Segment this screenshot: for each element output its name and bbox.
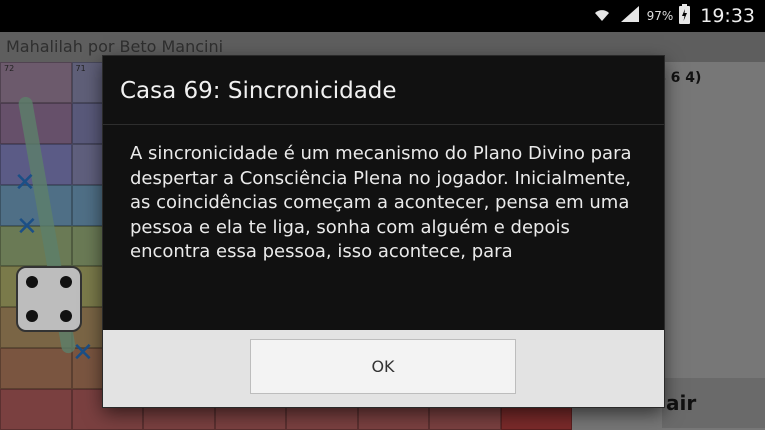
battery-icon [679, 4, 691, 28]
clock: 19:33 [700, 5, 755, 27]
dialog-message[interactable]: A sincronicidade é um mecanismo do Plano… [130, 142, 640, 330]
wifi-icon [591, 5, 613, 27]
dice-pip [60, 310, 72, 322]
house-dialog: Casa 69: Sincronicidade A sincronicidade… [103, 56, 664, 407]
dice[interactable] [16, 266, 82, 332]
board-cell [0, 389, 72, 430]
status-bar: 97% 19:33 [0, 0, 765, 32]
exit-button[interactable]: air [662, 378, 765, 428]
dice-pip [26, 310, 38, 322]
ok-button[interactable]: OK [250, 339, 516, 394]
dialog-title: Casa 69: Sincronicidade [120, 78, 397, 104]
ladder-icon: ✕ [14, 168, 36, 198]
board-cell [0, 348, 72, 390]
dice-pip [26, 276, 38, 288]
ladder-icon: ✕ [16, 212, 38, 242]
board-cell: 72 [0, 62, 72, 103]
status-indicators: 97% 19:33 [591, 0, 755, 32]
dice-pip [60, 276, 72, 288]
signal-icon [619, 5, 641, 27]
ladder-icon: ✕ [72, 338, 94, 368]
dialog-footer: OK [103, 330, 664, 407]
dialog-divider [103, 124, 664, 125]
battery-percent: 97% [646, 9, 674, 23]
